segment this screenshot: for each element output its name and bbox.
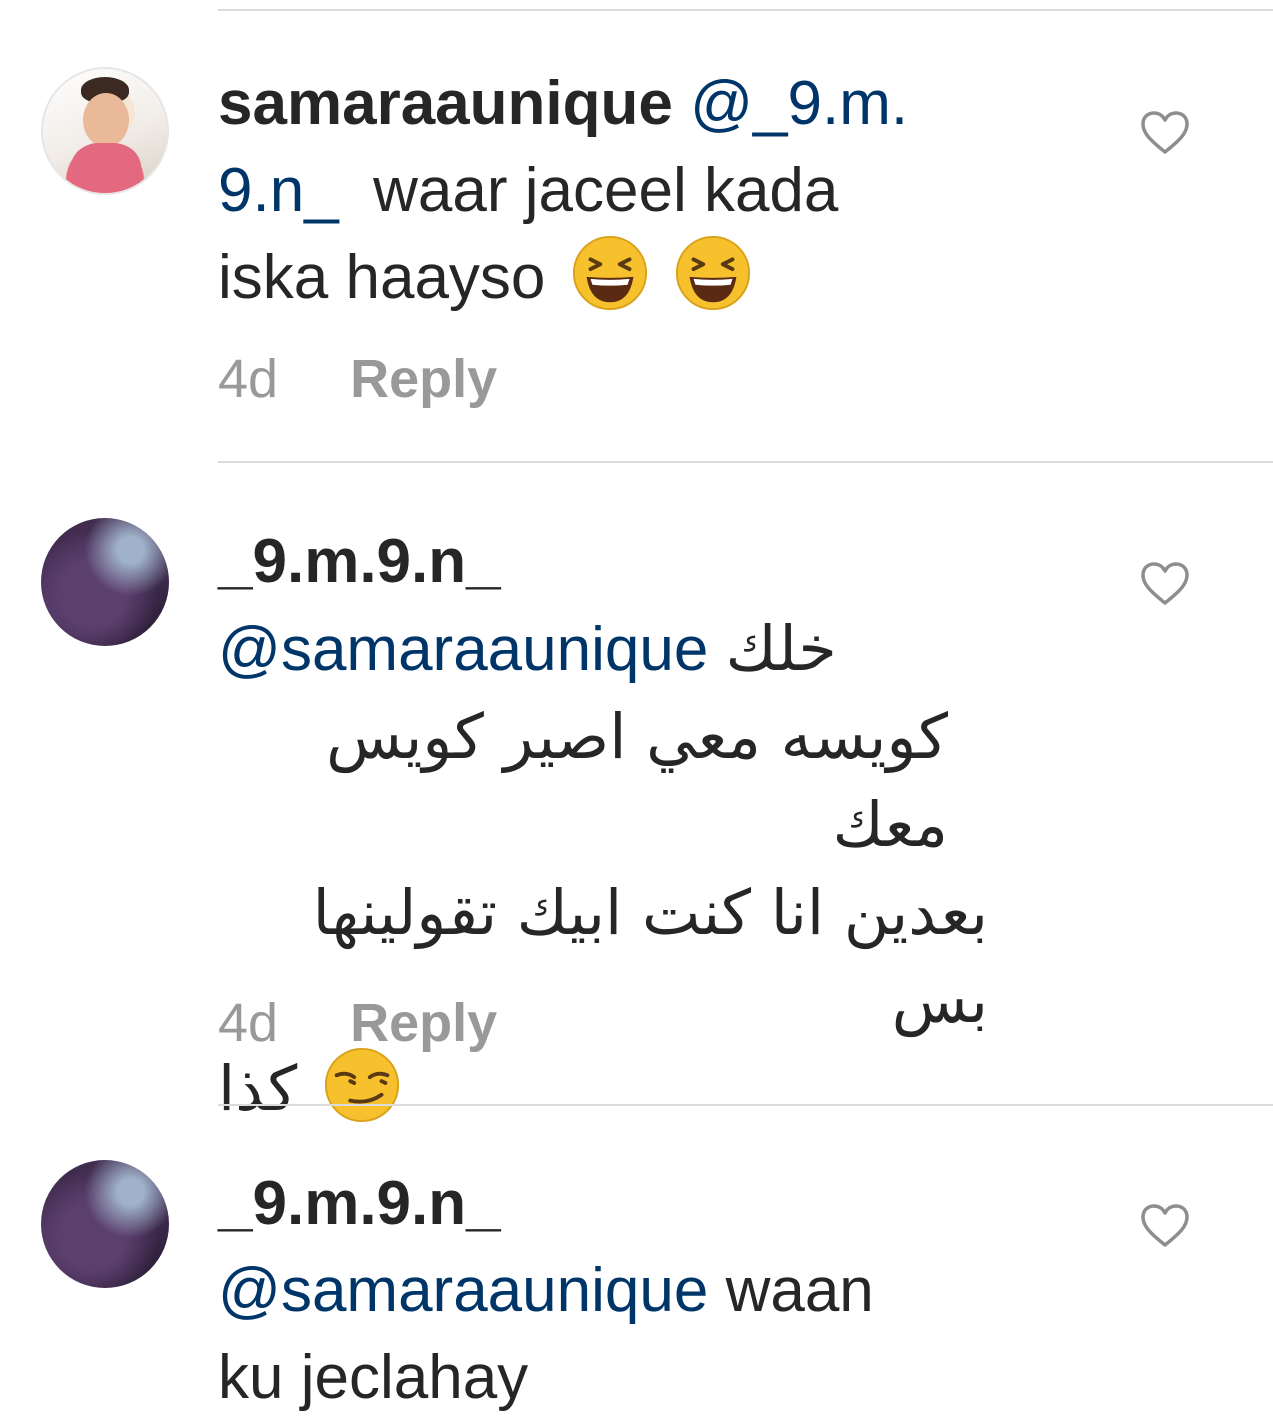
- smirk-emoji-icon: [324, 1047, 399, 1123]
- comment-line: ku jeclahay: [218, 1334, 1058, 1421]
- comment-text: كويسه معي اصير كويس معك: [326, 700, 948, 861]
- comment-line: 9.n_ waar jaceel kada: [218, 147, 1058, 234]
- comment-text: waan: [708, 1256, 874, 1325]
- comment-text: waar jaceel kada: [338, 156, 839, 225]
- comment-body: samaraaunique @_9.m. 9.n_ waar jaceel ka…: [218, 60, 1058, 321]
- comment-username[interactable]: _9.m.9.n_: [218, 527, 501, 596]
- comment-mention[interactable]: @samaraaunique: [218, 615, 708, 684]
- reply-button[interactable]: Reply: [350, 993, 497, 1053]
- comment-divider: [218, 1104, 1273, 1106]
- like-heart-icon[interactable]: [1140, 110, 1190, 156]
- comment-line: iska haayso: [218, 234, 1058, 321]
- comment-body: _9.m.9.n_ @samaraaunique waan ku jeclaha…: [218, 1160, 1058, 1421]
- comment-line: كويسه معي اصير كويس معك: [218, 693, 948, 869]
- comment-line: @samaraaunique خلك: [218, 605, 1058, 693]
- comment-line: كذا: [218, 1045, 408, 1133]
- comment-time: 4d: [218, 349, 279, 409]
- comment-text: ku jeclahay: [218, 1343, 529, 1412]
- like-heart-icon[interactable]: [1140, 561, 1190, 607]
- comment-mention[interactable]: @_9.m.: [690, 69, 908, 138]
- comment-text: iska haayso: [218, 243, 546, 312]
- comment-line: _9.m.9.n_: [218, 1160, 1058, 1247]
- comment-line: _9.m.9.n_: [218, 518, 1058, 605]
- comment-divider: [218, 9, 1273, 11]
- comment-line: samaraaunique @_9.m.: [218, 60, 1058, 147]
- comment-meta: 4d Reply: [218, 992, 497, 1054]
- comment-line: @samaraaunique waan: [218, 1247, 1058, 1334]
- reply-button[interactable]: Reply: [350, 349, 497, 409]
- comment-mention[interactable]: @samaraaunique: [218, 1256, 708, 1325]
- comment-username[interactable]: _9.m.9.n_: [218, 1169, 501, 1238]
- comment-time: 4d: [218, 993, 279, 1053]
- avatar[interactable]: [41, 67, 169, 195]
- comment-meta: 4d Reply: [218, 348, 497, 410]
- comment-text: كذا: [218, 1052, 298, 1125]
- comment-mention[interactable]: 9.n_: [218, 156, 339, 225]
- comment-username[interactable]: samaraaunique: [218, 69, 673, 138]
- avatar[interactable]: [41, 518, 169, 646]
- comment-divider: [218, 461, 1273, 463]
- laughing-squint-emoji-icon: [675, 235, 750, 311]
- comment-text: خلك: [725, 612, 837, 685]
- like-heart-icon[interactable]: [1140, 1203, 1190, 1249]
- laughing-squint-emoji-icon: [572, 235, 647, 311]
- avatar[interactable]: [41, 1160, 169, 1288]
